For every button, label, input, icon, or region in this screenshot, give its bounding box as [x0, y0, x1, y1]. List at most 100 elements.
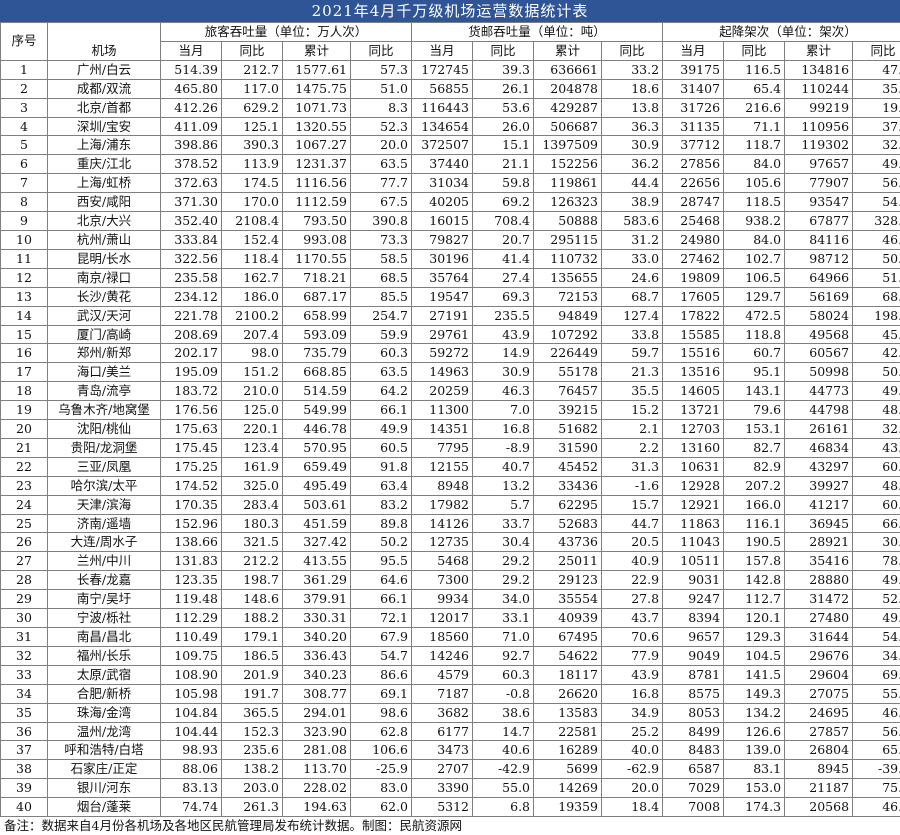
row-seq: 27: [1, 552, 48, 571]
row-airport: 济南/遥墙: [48, 514, 161, 533]
row-value: 69.7: [853, 665, 900, 684]
row-value: 97657: [785, 155, 853, 174]
row-airport: 天津/滨海: [48, 495, 161, 514]
row-value: 22.9: [602, 571, 663, 590]
row-value: 378.52: [161, 155, 222, 174]
row-value: 327.42: [283, 533, 351, 552]
row-value: 63.4: [351, 476, 412, 495]
row-airport: 南京/禄口: [48, 268, 161, 287]
table-row: 4深圳/宝安411.09125.11320.5552.313465426.050…: [1, 117, 900, 136]
table-row: 17海口/美兰195.09151.2668.8563.51496330.9551…: [1, 363, 900, 382]
row-value: 15.1: [473, 136, 534, 155]
row-seq: 11: [1, 249, 48, 268]
row-value: 15.2: [602, 401, 663, 420]
row-airport: 北京/首都: [48, 98, 161, 117]
row-value: -25.9: [351, 760, 412, 779]
row-value: 20259: [412, 382, 473, 401]
row-value: 66.1: [351, 401, 412, 420]
row-value: 12735: [412, 533, 473, 552]
row-value: 129.7: [724, 287, 785, 306]
row-value: 89.8: [351, 514, 412, 533]
row-value: 38.6: [473, 703, 534, 722]
table-row: 19乌鲁木齐/地窝堡176.56125.0549.9966.1113007.03…: [1, 401, 900, 420]
row-value: 29.2: [473, 571, 534, 590]
row-value: 67877: [785, 212, 853, 231]
row-value: 13.2: [473, 476, 534, 495]
row-value: 107292: [534, 325, 602, 344]
row-value: 361.29: [283, 571, 351, 590]
row-value: 59.7: [602, 344, 663, 363]
table-title: 2021年4月千万级机场运营数据统计表: [0, 0, 900, 22]
row-value: 66.4: [853, 514, 900, 533]
row-value: 119.48: [161, 590, 222, 609]
row-value: 390.3: [222, 136, 283, 155]
row-value: 105.98: [161, 684, 222, 703]
row-value: 938.2: [724, 212, 785, 231]
row-value: 336.43: [283, 646, 351, 665]
row-value: -8.9: [473, 438, 534, 457]
row-seq: 35: [1, 703, 48, 722]
row-value: 174.52: [161, 476, 222, 495]
row-value: 134654: [412, 117, 473, 136]
row-airport: 西安/咸阳: [48, 193, 161, 212]
table-row: 32福州/长乐109.75186.5336.4354.71424692.7546…: [1, 646, 900, 665]
row-value: 71.1: [724, 117, 785, 136]
row-value: 102.7: [724, 249, 785, 268]
row-value: 221.78: [161, 306, 222, 325]
row-value: 108.90: [161, 665, 222, 684]
row-value: 735.79: [283, 344, 351, 363]
row-seq: 24: [1, 495, 48, 514]
row-airport: 沈阳/桃仙: [48, 420, 161, 439]
row-value: 41217: [785, 495, 853, 514]
row-value: 372507: [412, 136, 473, 155]
row-value: 118.7: [724, 136, 785, 155]
row-value: 48.0: [853, 401, 900, 420]
row-value: 708.4: [473, 212, 534, 231]
row-value: 32.2: [853, 136, 900, 155]
row-value: 13.8: [602, 98, 663, 117]
row-value: 188.2: [222, 609, 283, 628]
row-value: 372.63: [161, 174, 222, 193]
row-value: 152256: [534, 155, 602, 174]
row-value: 220.1: [222, 420, 283, 439]
row-value: 54.7: [351, 646, 412, 665]
row-airport: 长沙/黄花: [48, 287, 161, 306]
row-value: 112.29: [161, 609, 222, 628]
row-value: 20568: [785, 798, 853, 817]
row-value: 126323: [534, 193, 602, 212]
row-value: 446.78: [283, 420, 351, 439]
sub-header-cumulative: 累计: [283, 41, 351, 60]
row-value: 64.2: [351, 382, 412, 401]
row-value: 33.8: [602, 325, 663, 344]
row-value: 365.5: [222, 703, 283, 722]
row-value: 106.5: [724, 268, 785, 287]
row-value: 10631: [663, 457, 724, 476]
row-value: 13721: [663, 401, 724, 420]
row-value: 321.5: [222, 533, 283, 552]
row-value: 33.2: [602, 60, 663, 79]
row-value: 31472: [785, 590, 853, 609]
row-value: 26.1: [473, 79, 534, 98]
row-value: 58.5: [351, 249, 412, 268]
row-value: 203.0: [222, 779, 283, 798]
table-row: 28长春/龙嘉123.35198.7361.2964.6730029.22912…: [1, 571, 900, 590]
row-value: 44.7: [602, 514, 663, 533]
row-seq: 38: [1, 760, 48, 779]
row-value: 143.1: [724, 382, 785, 401]
row-value: 118.5: [724, 193, 785, 212]
table-row: 35珠海/金湾104.84365.5294.0198.6368238.61358…: [1, 703, 900, 722]
row-value: 195.09: [161, 363, 222, 382]
row-value: 66.1: [351, 590, 412, 609]
row-value: 35764: [412, 268, 473, 287]
table-row: 2成都/双流465.80117.01475.7551.05685526.1204…: [1, 79, 900, 98]
row-value: 212.7: [222, 60, 283, 79]
row-value: 63.5: [351, 363, 412, 382]
row-value: 40939: [534, 609, 602, 628]
row-value: 95.5: [351, 552, 412, 571]
row-value: 583.6: [602, 212, 663, 231]
row-value: 8945: [785, 760, 853, 779]
row-value: 234.12: [161, 287, 222, 306]
row-airport: 福州/长乐: [48, 646, 161, 665]
row-value: 465.80: [161, 79, 222, 98]
row-value: 113.70: [283, 760, 351, 779]
